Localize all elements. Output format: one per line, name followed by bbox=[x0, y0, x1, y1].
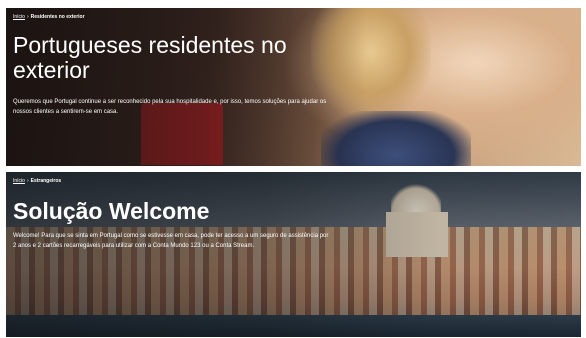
breadcrumb: Início › Residentes no exterior bbox=[13, 14, 85, 21]
breadcrumb-separator: › bbox=[26, 14, 29, 20]
page-title: Portugueses residentes no exterior bbox=[13, 32, 287, 83]
hero-photo bbox=[281, 8, 581, 166]
breadcrumb-current: Residentes no exterior bbox=[30, 14, 85, 20]
hero-overlay bbox=[6, 172, 581, 337]
hero-banner-residentes: Início › Residentes no exterior Portuguese… bbox=[6, 8, 581, 166]
breadcrumb: Início › Estrangeiros bbox=[13, 178, 61, 185]
hero-photo-detail bbox=[321, 111, 471, 166]
hero-photo-detail bbox=[311, 8, 431, 118]
hero-banner-welcome: Início › Estrangeiros Solução Welcome Welc… bbox=[6, 172, 581, 337]
hero-description: Queremos que Portugal continue a ser rec… bbox=[13, 99, 327, 115]
breadcrumb-separator: › bbox=[26, 178, 29, 184]
hero-photo-detail bbox=[391, 182, 441, 232]
page: Início › Residentes no exterior Portuguese… bbox=[0, 0, 586, 338]
hero-description: Welcome! Para que se sinta em Portugal c… bbox=[13, 233, 329, 249]
hero-photo-detail bbox=[6, 315, 581, 337]
breadcrumb-home-link[interactable]: Início bbox=[13, 14, 25, 20]
page-title: Solução Welcome bbox=[13, 198, 210, 224]
hero-photo-detail bbox=[386, 212, 448, 257]
breadcrumb-current: Estrangeiros bbox=[30, 178, 62, 184]
breadcrumb-home-link[interactable]: Início bbox=[13, 178, 25, 184]
